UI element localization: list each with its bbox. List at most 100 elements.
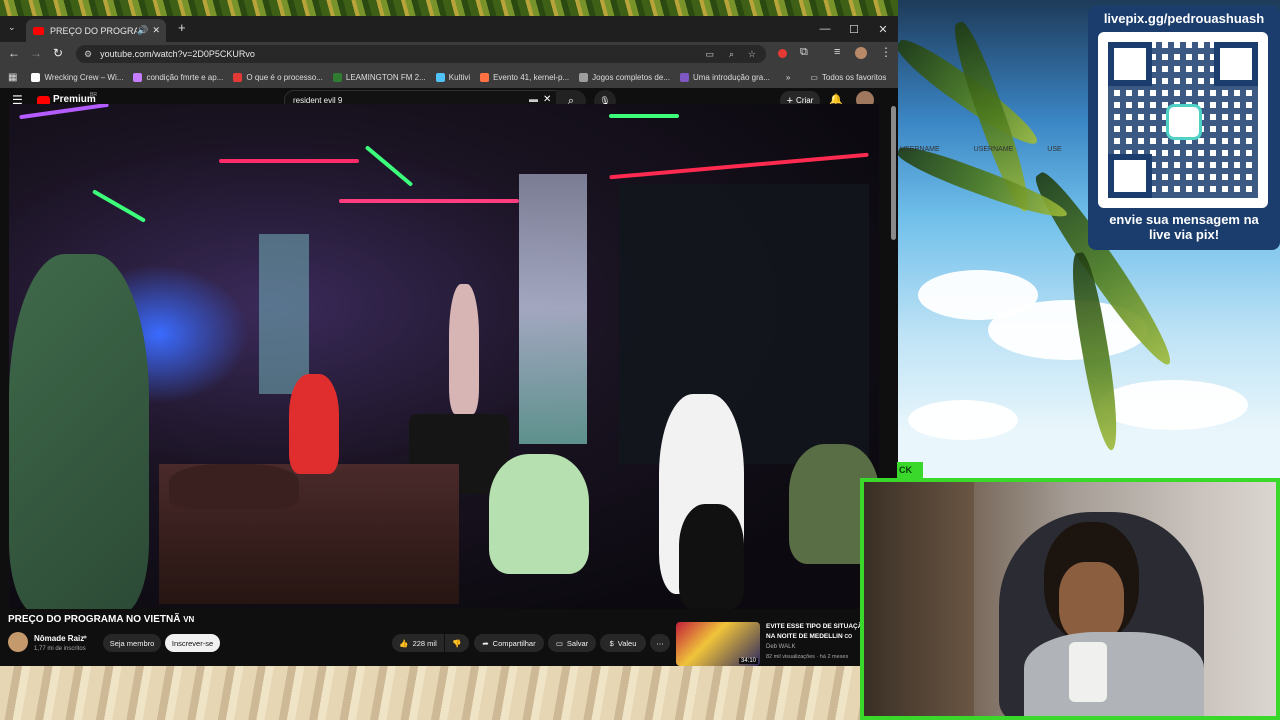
thumbs-down-icon: 👎 bbox=[452, 638, 462, 648]
maximize-icon[interactable]: ☐ bbox=[839, 16, 869, 42]
extensions-icon[interactable]: ⧉ bbox=[800, 46, 808, 59]
tab-search-icon[interactable]: ⌄ bbox=[8, 22, 16, 33]
share-button[interactable]: ➦ Compartilhar bbox=[474, 634, 544, 652]
tab-close-icon[interactable]: ✕ bbox=[152, 25, 160, 36]
zoom-icon[interactable]: ⌕ bbox=[729, 49, 734, 60]
thanks-label: Valeu bbox=[617, 638, 637, 648]
bookmark-label: LEAMINGTON FM 2... bbox=[345, 72, 426, 82]
like-button[interactable]: 👍 228 mil bbox=[392, 634, 444, 652]
folder-icon: ▭ bbox=[810, 72, 818, 82]
close-window-icon[interactable]: ✕ bbox=[868, 16, 898, 42]
bookmark-label: Evento 41, kernel-p... bbox=[493, 72, 570, 82]
bookmark-item[interactable]: Wrecking Crew – Wi... bbox=[31, 72, 124, 82]
apps-grid-icon[interactable]: ▦ bbox=[8, 72, 17, 83]
livepix-message: envie sua mensagem na live via pix! bbox=[1088, 212, 1280, 242]
bookmark-item[interactable]: LEAMINGTON FM 2... bbox=[332, 72, 426, 82]
save-playlist-icon: ▭ bbox=[555, 638, 563, 648]
channel-avatar[interactable] bbox=[8, 632, 28, 652]
tab-strip: ⌄ PREÇO DO PROGRAMA NO 🔊 ✕ + — ☐ ✕ bbox=[0, 16, 898, 42]
all-favorites-link[interactable]: Todos os favoritos bbox=[822, 73, 886, 82]
thanks-button[interactable]: $ Valeu bbox=[600, 634, 646, 652]
video-player[interactable] bbox=[9, 104, 879, 609]
rec-video-stats: 82 mil visualizações · há 2 meses bbox=[766, 654, 849, 660]
channel-name[interactable]: Nômade Raiz bbox=[34, 634, 84, 643]
livepix-url: livepix.gg/pedrouashuash bbox=[1103, 11, 1265, 26]
url-text: youtube.com/watch?v=2D0P5CKURvo bbox=[100, 49, 255, 59]
bookmark-item[interactable]: condição fmrte e ap... bbox=[133, 72, 224, 82]
site-info-icon[interactable]: ⚙ bbox=[84, 49, 92, 60]
address-bar-row: ← → ↻ ⚙ youtube.com/watch?v=2D0P5CKURvo … bbox=[0, 42, 898, 66]
record-extension-icon[interactable] bbox=[778, 49, 787, 58]
browser-menu-icon[interactable]: ⋮ bbox=[880, 45, 892, 59]
subscribe-button[interactable]: Inscrever-se bbox=[165, 634, 220, 652]
video-duration: 34:10 bbox=[738, 658, 758, 664]
reload-icon[interactable]: ↻ bbox=[53, 46, 63, 60]
bookmark-item[interactable]: Uma introdução gra... bbox=[679, 72, 770, 82]
sand-background bbox=[0, 665, 860, 720]
tab-title: PREÇO DO PROGRAMA NO bbox=[50, 25, 138, 36]
mug bbox=[1069, 642, 1107, 702]
tab-audio-icon: 🔊 bbox=[137, 25, 149, 35]
profile-avatar[interactable] bbox=[855, 47, 867, 59]
subscriber-count: 1,77 mi de inscritos bbox=[34, 646, 86, 652]
subscribe-label: Inscrever-se bbox=[171, 638, 214, 648]
webcam-tag-text: CK bbox=[899, 465, 912, 475]
logo-country-badge: BR bbox=[90, 92, 97, 98]
username-label: USERNAME bbox=[900, 146, 940, 153]
video-title: PREÇO DO PROGRAMA NO VIETNÃ VN bbox=[8, 614, 194, 625]
join-button[interactable]: Seja membro bbox=[103, 634, 161, 652]
bookmark-item[interactable]: Kultivi bbox=[435, 72, 471, 82]
webcam-feed bbox=[860, 478, 1280, 720]
browser-tab-active[interactable]: PREÇO DO PROGRAMA NO 🔊 ✕ bbox=[26, 19, 166, 42]
rec-title-line1: EVITE ESSE TIPO DE SITUAÇÃO bbox=[766, 623, 868, 630]
bookmark-item[interactable]: Evento 41, kernel-p... bbox=[480, 72, 570, 82]
bookmark-label: condição fmrte e ap... bbox=[146, 72, 224, 82]
cast-icon[interactable]: ▭ bbox=[705, 49, 714, 60]
rec-country: CO bbox=[844, 634, 853, 640]
bookmark-label: Uma introdução gra... bbox=[692, 72, 770, 82]
username-label: USERNAME bbox=[973, 146, 1014, 153]
thumbs-up-icon: 👍 bbox=[399, 638, 409, 648]
back-icon[interactable]: ← bbox=[8, 46, 20, 60]
new-tab-icon[interactable]: + bbox=[178, 20, 186, 35]
qr-code-icon bbox=[1098, 32, 1268, 208]
bookmark-star-icon[interactable]: ☆ bbox=[748, 49, 756, 60]
verified-icon: ● bbox=[83, 634, 88, 641]
bookmark-label: O que é o processo... bbox=[246, 72, 323, 82]
bookmark-label: Wrecking Crew – Wi... bbox=[44, 72, 124, 82]
more-bookmarks-icon[interactable]: » bbox=[786, 73, 790, 82]
recommended-video-thumbnail[interactable]: 34:10 bbox=[676, 622, 760, 666]
thanks-icon: $ bbox=[609, 638, 614, 648]
minimize-icon[interactable]: — bbox=[810, 16, 840, 42]
dislike-button[interactable]: 👎 bbox=[445, 634, 469, 652]
scrollbar-thumb[interactable] bbox=[891, 106, 896, 240]
share-label: Compartilhar bbox=[492, 638, 536, 648]
more-horizontal-icon: ⋯ bbox=[656, 638, 664, 648]
save-label: Salvar bbox=[566, 638, 589, 648]
video-title-suffix: VN bbox=[183, 615, 195, 624]
pix-msg-line1: envie sua mensagem na bbox=[1109, 212, 1259, 227]
share-icon: ➦ bbox=[482, 638, 489, 648]
pix-msg-line2: live via pix! bbox=[1148, 227, 1220, 242]
recommended-video-title[interactable]: EVITE ESSE TIPO DE SITUAÇÃO NA NOITE DE … bbox=[766, 622, 868, 642]
save-button[interactable]: ▭ Salvar bbox=[548, 634, 596, 652]
youtube-favicon-icon bbox=[33, 26, 44, 35]
bookmark-label: Kultivi bbox=[448, 72, 471, 82]
username-ticker: USERNAME USERNAME USE bbox=[900, 146, 1062, 153]
keyboard-icon[interactable]: ▬ bbox=[529, 94, 538, 104]
forward-icon[interactable]: → bbox=[30, 46, 42, 60]
bookmark-item[interactable]: O que é o processo... bbox=[233, 72, 323, 82]
rec-title-line2: NA NOITE DE MEDELLIN bbox=[766, 633, 843, 640]
video-title-text: PREÇO DO PROGRAMA NO VIETNÃ bbox=[8, 614, 181, 625]
bookmark-item[interactable]: Jogos completos de... bbox=[579, 72, 670, 82]
bookmark-label: Jogos completos de... bbox=[592, 72, 670, 82]
webcam-tag: CK bbox=[897, 462, 923, 478]
more-actions-button[interactable]: ⋯ bbox=[650, 634, 670, 652]
like-count: 228 mil bbox=[412, 638, 437, 648]
reading-list-icon[interactable]: ≡ bbox=[834, 46, 840, 58]
livepix-qr-panel: livepix.gg/pedrouashuash envie sua mensa… bbox=[1088, 6, 1280, 250]
video-metadata: PREÇO DO PROGRAMA NO VIETNÃ VN Nômade Ra… bbox=[0, 610, 890, 666]
rec-channel-name[interactable]: Deb WALK bbox=[766, 644, 795, 650]
join-label: Seja membro bbox=[109, 638, 155, 648]
url-bar[interactable]: ⚙ youtube.com/watch?v=2D0P5CKURvo ▭ ⌕ ☆ bbox=[76, 45, 766, 63]
